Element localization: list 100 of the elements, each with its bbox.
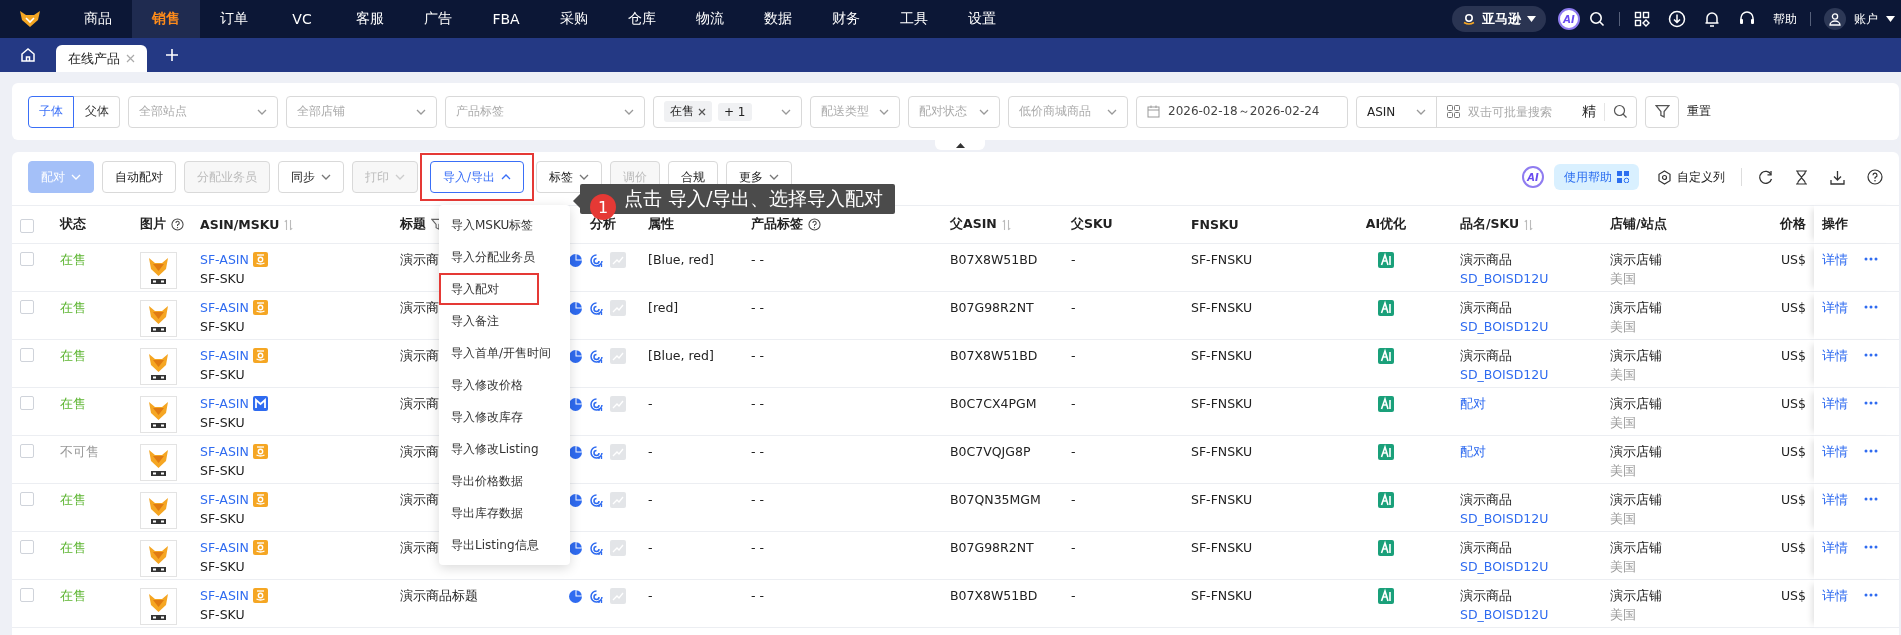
nav-item[interactable]: 物流 — [676, 0, 744, 38]
pie-chart-icon[interactable] — [568, 396, 583, 412]
nav-item[interactable]: VC — [268, 0, 336, 38]
asin-link[interactable]: SF-ASIN — [200, 586, 249, 605]
home-icon[interactable] — [20, 47, 36, 63]
sku-link[interactable]: SD_BOISD12U — [1460, 269, 1549, 288]
nav-item[interactable]: 财务 — [812, 0, 880, 38]
collapse-handle[interactable] — [935, 140, 985, 150]
nav-item[interactable]: 商品 — [64, 0, 132, 38]
toolbar-button[interactable]: 标签 — [536, 161, 603, 193]
more-icon[interactable] — [1864, 497, 1878, 501]
details-link[interactable]: 详情 — [1822, 586, 1848, 605]
segment-button[interactable]: 子体 — [28, 95, 74, 128]
status-select[interactable]: 在售 + 1 — [653, 95, 802, 128]
match-link[interactable]: 配对 — [1460, 442, 1486, 461]
target-icon[interactable] — [589, 540, 604, 556]
menu-item[interactable]: 导出价格数据 — [439, 465, 570, 497]
date-range-field[interactable]: 2026-02-18～2026-02-24 — [1136, 95, 1348, 128]
asin-link[interactable]: SF-ASIN — [200, 250, 249, 269]
sku-link[interactable]: SD_BOISD12U — [1460, 509, 1549, 528]
ai-optimize-icon[interactable] — [1378, 252, 1394, 268]
download-icon[interactable] — [1830, 169, 1845, 185]
checkbox[interactable] — [20, 218, 34, 233]
fox-logo-icon[interactable] — [19, 10, 41, 28]
nav-item[interactable]: 采购 — [540, 0, 608, 38]
pie-chart-icon[interactable] — [568, 348, 583, 364]
hourglass-icon[interactable] — [1795, 169, 1808, 185]
checkbox[interactable] — [20, 492, 34, 506]
reset-link[interactable]: 重置 — [1687, 103, 1711, 120]
sku-link[interactable]: SD_BOISD12U — [1460, 365, 1549, 384]
asin-link[interactable]: SF-ASIN — [200, 490, 249, 509]
more-icon[interactable] — [1864, 545, 1878, 549]
pie-chart-icon[interactable] — [568, 492, 583, 508]
details-link[interactable]: 详情 — [1822, 346, 1848, 365]
pie-chart-icon[interactable] — [568, 444, 583, 460]
asin-link[interactable]: SF-ASIN — [200, 346, 249, 365]
help-icon[interactable] — [171, 218, 184, 231]
toolbar-button[interactable]: 同步 — [278, 161, 344, 193]
help-button[interactable]: 使用帮助 — [1554, 164, 1639, 190]
more-icon[interactable] — [1864, 353, 1878, 357]
nav-item[interactable]: 订单 — [200, 0, 268, 38]
menu-item[interactable]: 导入首单/开售时间 — [439, 337, 570, 369]
details-link[interactable]: 详情 — [1822, 490, 1848, 509]
search-field[interactable]: 双击可批量搜索 — [1466, 103, 1574, 120]
field-select[interactable]: ASIN — [1357, 96, 1437, 127]
nav-item[interactable]: 广告 — [404, 0, 472, 38]
ai-optimize-icon[interactable] — [1378, 588, 1394, 604]
details-link[interactable]: 详情 — [1822, 442, 1848, 461]
search-icon[interactable] — [1613, 104, 1628, 119]
more-icon[interactable] — [1864, 593, 1878, 597]
target-icon[interactable] — [589, 348, 604, 364]
sku-link[interactable]: SD_BOISD12U — [1460, 557, 1549, 576]
avatar-icon[interactable] — [1824, 8, 1846, 30]
menu-item[interactable]: 导入修改Listing — [439, 433, 570, 465]
toolbar-button[interactable]: 自动配对 — [102, 161, 176, 193]
close-icon[interactable] — [698, 107, 706, 116]
tab[interactable]: 在线产品 — [56, 45, 147, 72]
target-icon[interactable] — [589, 252, 604, 268]
account-menu[interactable]: 账户 — [1854, 10, 1878, 28]
menu-item[interactable]: 导出库存数据 — [439, 497, 570, 529]
asin-link[interactable]: SF-ASIN — [200, 394, 249, 413]
target-icon[interactable] — [589, 444, 604, 460]
nav-item[interactable]: 仓库 — [608, 0, 676, 38]
more-icon[interactable] — [1864, 257, 1878, 261]
help-link[interactable]: 帮助 — [1773, 10, 1797, 28]
menu-item[interactable]: 导出Listing信息 — [439, 529, 570, 561]
nav-item[interactable]: 客服 — [336, 0, 404, 38]
match-link[interactable]: 配对 — [1460, 394, 1486, 413]
filter-button[interactable] — [1645, 95, 1679, 128]
nav-item[interactable]: 设置 — [948, 0, 1016, 38]
pie-chart-icon[interactable] — [568, 588, 583, 604]
help-icon[interactable] — [1867, 169, 1883, 185]
menu-item[interactable]: 导入修改价格 — [439, 369, 570, 401]
target-icon[interactable] — [589, 396, 604, 412]
ai-optimize-icon[interactable] — [1378, 540, 1394, 556]
custom-columns-button[interactable]: 自定义列 — [1657, 168, 1725, 186]
ai-button[interactable]: AI — [1558, 8, 1580, 30]
segment-button[interactable]: 父体 — [74, 95, 120, 128]
help-icon[interactable] — [808, 218, 821, 231]
pie-chart-icon[interactable] — [568, 540, 583, 556]
asin-link[interactable]: SF-ASIN — [200, 298, 249, 317]
pie-chart-icon[interactable] — [568, 252, 583, 268]
checkbox[interactable] — [20, 300, 34, 314]
refresh-icon[interactable] — [1758, 169, 1773, 185]
sku-link[interactable]: SD_BOISD12U — [1460, 605, 1549, 624]
apps-icon[interactable] — [1634, 11, 1650, 27]
exact-match-toggle[interactable]: 精 — [1574, 102, 1605, 121]
menu-item[interactable]: 导入修改库存 — [439, 401, 570, 433]
target-icon[interactable] — [589, 300, 604, 316]
more-icon[interactable] — [1864, 401, 1878, 405]
collapse-icon[interactable] — [955, 142, 965, 148]
details-link[interactable]: 详情 — [1822, 394, 1848, 413]
details-link[interactable]: 详情 — [1822, 538, 1848, 557]
menu-item[interactable]: 导入配对 — [439, 273, 539, 305]
more-icon[interactable] — [1864, 449, 1878, 453]
ai-button[interactable]: AI — [1522, 166, 1544, 188]
nav-item[interactable]: FBA — [472, 0, 540, 38]
grid-icon[interactable] — [1447, 105, 1460, 118]
checkbox[interactable] — [20, 252, 34, 266]
search-icon[interactable] — [1589, 11, 1605, 27]
